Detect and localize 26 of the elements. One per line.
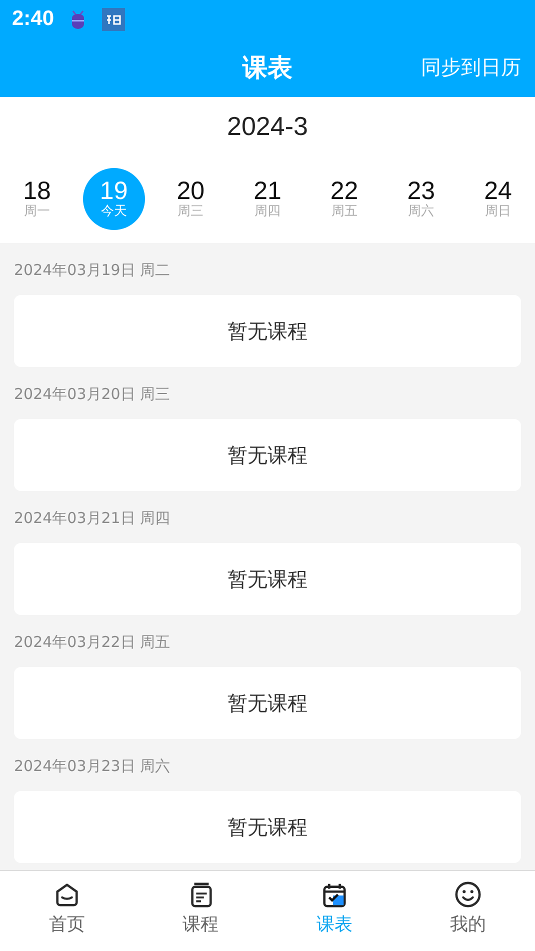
tab-bar-item[interactable]: 课程	[176, 871, 225, 951]
tab-bar-item[interactable]: 首页	[42, 871, 91, 951]
app-icon	[102, 8, 126, 30]
robot-icon	[70, 8, 86, 30]
calendar-check-icon	[320, 881, 348, 909]
date-heading: 2024年03月20日 周三	[14, 385, 170, 403]
smiley-icon	[454, 881, 482, 909]
empty-course-card: 暂无课程	[14, 543, 521, 615]
date-heading: 2024年03月21日 周四	[14, 509, 170, 527]
date-heading: 2024年03月19日 周二	[14, 261, 170, 279]
empty-course-card: 暂无课程	[14, 791, 521, 863]
date-heading: 2024年03月22日 周五	[14, 633, 170, 651]
day-button[interactable]: 21 周四	[236, 168, 298, 230]
day-button[interactable]: 22 周五	[313, 168, 376, 230]
date-heading: 2024年03月23日 周六	[14, 757, 170, 775]
empty-course-card: 暂无课程	[14, 667, 521, 739]
page-title: 课表	[242, 52, 292, 84]
empty-course-card: 暂无课程	[14, 295, 521, 367]
day-button[interactable]: 18 周一	[6, 168, 68, 230]
day-button[interactable]: 23 周六	[390, 168, 452, 230]
status-time: 2:40	[12, 6, 54, 32]
day-button[interactable]: 20 周三	[160, 168, 222, 230]
tab-bar-item[interactable]: 我的	[444, 871, 492, 951]
month-title: 2024-3	[227, 110, 308, 142]
empty-course-card: 暂无课程	[14, 419, 521, 491]
day-button[interactable]: 24 周日	[466, 168, 529, 230]
